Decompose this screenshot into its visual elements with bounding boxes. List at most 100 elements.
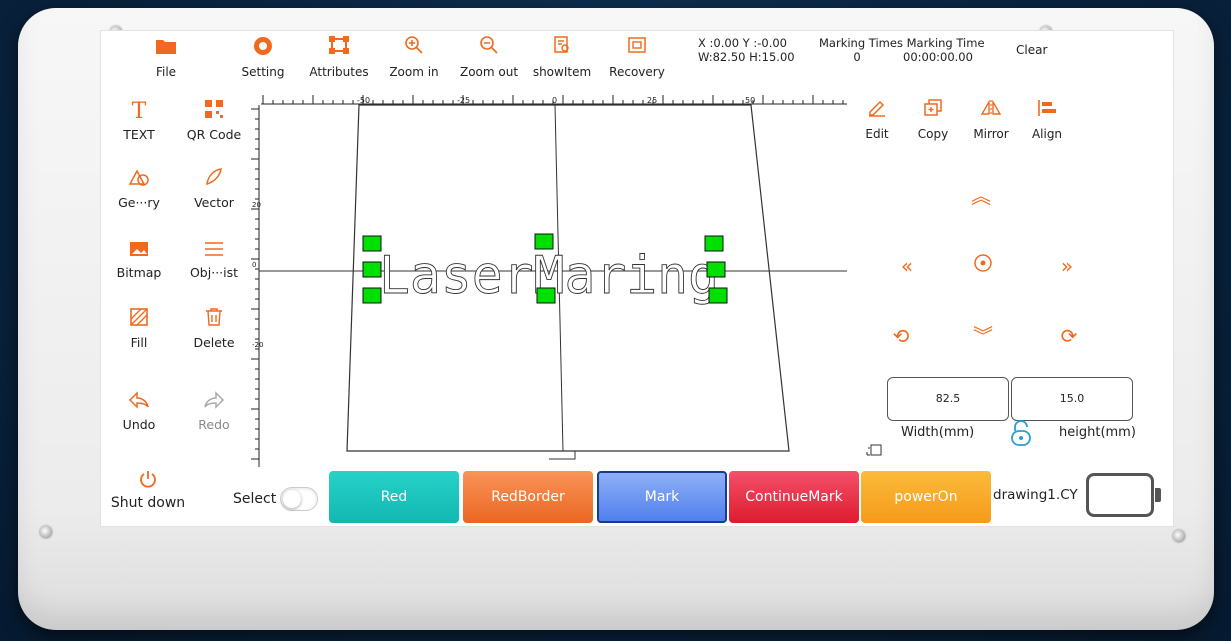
handle-bottom-center <box>536 287 556 304</box>
object-list-button[interactable]: Obj···ist <box>176 235 252 280</box>
rotate-left-button[interactable]: ⟲ <box>881 321 921 351</box>
battery-icon <box>1086 473 1161 517</box>
show-item-button[interactable]: showItem <box>529 35 595 79</box>
copy-button[interactable]: Copy <box>903 97 963 141</box>
chevron-double-left-icon: « <box>900 254 914 278</box>
text-icon: T <box>131 99 147 124</box>
clear-button[interactable]: Clear <box>1016 43 1047 57</box>
qr-code-button[interactable]: QR Code <box>176 97 252 142</box>
copy-label: Copy <box>917 127 949 141</box>
power-icon <box>107 469 189 495</box>
mark-button[interactable]: Mark <box>597 471 727 523</box>
attributes-button[interactable]: Attributes <box>305 35 373 79</box>
text-tool-button[interactable]: T TEXT <box>101 97 177 142</box>
copy-icon <box>903 97 963 127</box>
delete-button[interactable]: Delete <box>176 305 252 350</box>
toggle-knob <box>283 490 302 508</box>
rotate-ccw-icon: ⟲ <box>892 324 910 348</box>
coordinates-readout: X :0.00 Y :-0.00 W:82.50 H:15.00 <box>698 36 795 64</box>
vector-button[interactable]: Vector <box>176 165 252 210</box>
screw <box>1173 530 1185 542</box>
width-input[interactable]: 82.5 <box>887 377 1009 421</box>
redo-button[interactable]: Redo <box>176 387 252 432</box>
handle-mid-left <box>362 261 382 278</box>
show-item-icon <box>529 35 595 65</box>
geometry-button[interactable]: Ge···ry <box>101 165 177 210</box>
bottom-bar: Shut down Select Red RedBorder Mark Cont… <box>101 467 1173 526</box>
move-up-button[interactable]: ︽ <box>961 181 1001 211</box>
width-label: Width(mm) <box>901 425 975 440</box>
gear-icon <box>233 35 293 65</box>
marking-times-value: 0 <box>853 50 861 64</box>
zoom-out-button[interactable]: Zoom out <box>455 35 523 79</box>
vector-icon <box>176 165 252 195</box>
rotate-right-button[interactable]: ⟳ <box>1049 321 1089 351</box>
fill-button[interactable]: Fill <box>101 305 177 350</box>
move-left-button[interactable]: « <box>887 251 927 281</box>
edit-button[interactable]: Edit <box>847 97 907 141</box>
undo-label: Undo <box>122 417 156 432</box>
chevron-double-right-icon: » <box>1060 254 1074 278</box>
align-label: Align <box>1031 127 1063 141</box>
recovery-icon <box>605 35 669 65</box>
delete-label: Delete <box>193 335 235 350</box>
height-input[interactable]: 15.0 <box>1011 377 1133 421</box>
canvas-corner-mark <box>549 451 576 460</box>
object-list-icon <box>176 235 252 265</box>
ruler-left-label: 0 <box>252 261 256 269</box>
height-label: height(mm) <box>1059 425 1136 440</box>
canvas-drawing: -50 -25 0 25 50 20 0 -20 LaserMaring <box>249 95 847 467</box>
file-label: File <box>155 65 177 79</box>
coords-xy: X :0.00 Y :-0.00 <box>698 36 787 50</box>
file-button[interactable]: File <box>141 35 191 79</box>
redo-label: Redo <box>198 417 230 432</box>
shutdown-label: Shut down <box>110 495 186 511</box>
chevron-double-up-icon: ︽ <box>971 184 991 208</box>
handle-bottom-right <box>708 287 728 304</box>
power-on-button[interactable]: powerOn <box>861 471 991 523</box>
coords-wh: W:82.50 H:15.00 <box>698 50 795 64</box>
screw <box>40 526 52 538</box>
center-button[interactable] <box>963 251 1003 281</box>
select-toggle[interactable] <box>280 487 319 511</box>
undo-button[interactable]: Undo <box>101 387 177 432</box>
redborder-button[interactable]: RedBorder <box>463 471 593 523</box>
geometry-label: Ge···ry <box>118 195 160 210</box>
ruler-top-label: 0 <box>552 96 557 105</box>
select-label: Select <box>233 491 277 507</box>
move-down-button[interactable]: ︾ <box>963 321 1003 351</box>
recovery-button[interactable]: Recovery <box>605 35 669 79</box>
drawing-canvas[interactable]: -50 -25 0 25 50 20 0 -20 LaserMaring <box>249 95 847 467</box>
recovery-label: Recovery <box>609 65 665 79</box>
marking-time-label: Marking Time <box>906 36 985 50</box>
handle-mid-right <box>706 261 726 278</box>
continue-mark-button[interactable]: ContinueMark <box>729 471 859 523</box>
ruler-top-label: 50 <box>745 96 755 105</box>
aspect-lock-icon[interactable] <box>1009 419 1033 451</box>
chevron-double-down-icon: ︾ <box>973 324 993 348</box>
bitmap-button[interactable]: Bitmap <box>101 235 177 280</box>
zoom-in-button[interactable]: Zoom in <box>385 35 443 79</box>
setting-label: Setting <box>241 65 285 79</box>
trash-icon <box>176 305 252 335</box>
shutdown-button[interactable]: Shut down <box>107 469 189 511</box>
setting-button[interactable]: Setting <box>233 35 293 79</box>
mirror-button[interactable]: Mirror <box>961 97 1021 141</box>
folder-icon <box>141 35 191 65</box>
red-button[interactable]: Red <box>329 471 459 523</box>
mirror-label: Mirror <box>973 127 1009 141</box>
ruler-top-label: 25 <box>647 96 657 105</box>
geometry-icon <box>101 165 177 195</box>
center-target-icon <box>973 254 993 278</box>
marking-info: Marking Times Marking Time 0 00:00:00.00 <box>819 36 985 64</box>
bitmap-icon <box>101 235 177 265</box>
show-item-label: showItem <box>532 65 592 79</box>
handle-bottom-left <box>362 287 382 304</box>
ruler-left-label: 20 <box>252 201 261 209</box>
align-button[interactable]: Align <box>1017 97 1077 141</box>
object-list-label: Obj···ist <box>189 265 239 280</box>
move-right-button[interactable]: » <box>1047 251 1087 281</box>
bitmap-label: Bitmap <box>116 265 162 280</box>
marking-times-label: Marking Times <box>819 36 903 50</box>
top-toolbar: File Setting Attributes Zoom in Zoom out… <box>101 31 1173 95</box>
